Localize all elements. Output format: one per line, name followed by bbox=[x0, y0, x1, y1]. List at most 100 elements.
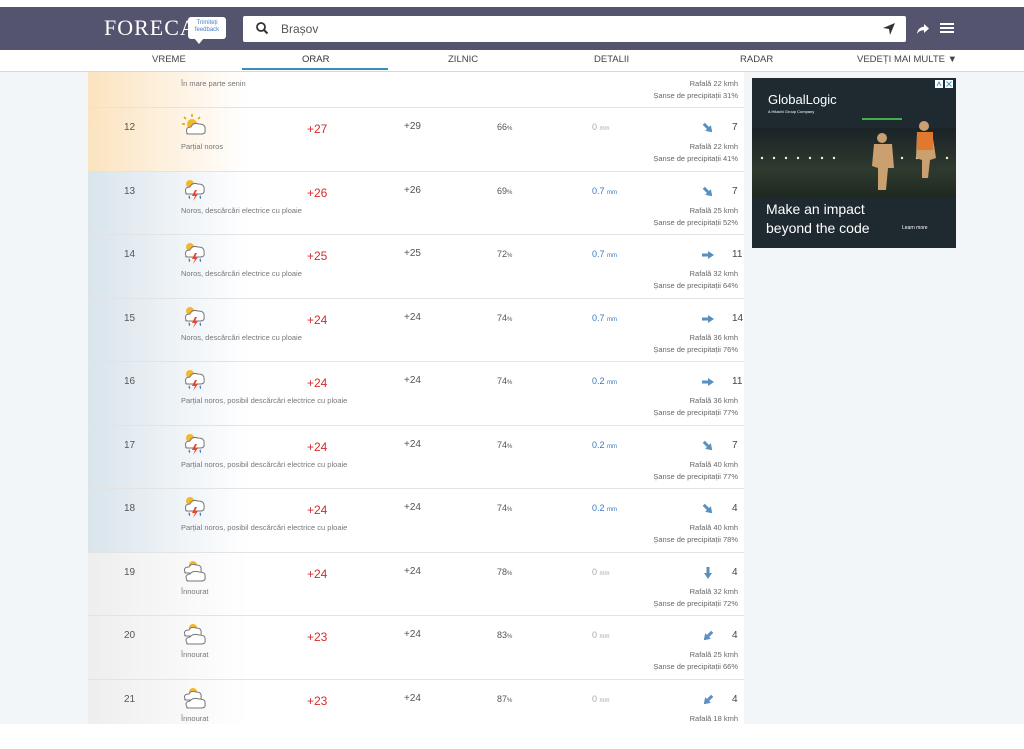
wind-speed: 11 bbox=[732, 249, 743, 260]
feels-like: +24 bbox=[404, 565, 421, 577]
wind-speed: 14 bbox=[732, 312, 744, 324]
precip-unit: mm bbox=[599, 634, 610, 640]
humidity-unit: % bbox=[507, 316, 513, 323]
foreca-logo[interactable]: FORECA bbox=[104, 15, 197, 41]
tab-vreme[interactable]: VREME bbox=[152, 54, 186, 65]
humidity: 74% bbox=[497, 440, 512, 450]
gust-text: Rafală 40 kmh bbox=[689, 459, 738, 469]
thunderstorm-rain-icon bbox=[181, 494, 207, 518]
search-input[interactable] bbox=[281, 19, 861, 39]
humidity: 78% bbox=[497, 567, 512, 577]
ad-close-icon[interactable] bbox=[935, 80, 953, 88]
temperature: +24 bbox=[307, 376, 328, 390]
humidity-value: 66 bbox=[497, 122, 508, 132]
feels-like: +24 bbox=[404, 375, 421, 386]
weather-description: Noros, descărcări electrice cu ploaie bbox=[181, 269, 302, 278]
precipitation: 0 mm bbox=[592, 567, 610, 577]
tab-orar[interactable]: ORAR bbox=[302, 54, 329, 65]
feels-like: +25 bbox=[404, 248, 421, 259]
gust-text: Rafală 32 kmh bbox=[689, 586, 738, 596]
hour-label: 18 bbox=[124, 503, 136, 514]
precip-chance: Șanse de precipitații 76% bbox=[653, 344, 738, 354]
humidity-unit: % bbox=[507, 189, 513, 196]
table-row-partial: În mare parte senin Rafală 22 kmh Șanse … bbox=[88, 72, 744, 108]
gust-text: Rafală 18 kmh bbox=[689, 713, 738, 723]
table-row: 12 Parțial noros +27 +29 66% 0 mm 7 Rafală 22 k… bbox=[88, 108, 744, 172]
ad-banner[interactable]: GlobalLogic A Hitachi Group Company Make… bbox=[752, 78, 956, 248]
humidity-unit: % bbox=[507, 697, 513, 704]
humidity-unit: % bbox=[507, 634, 513, 640]
partly-cloudy-icon bbox=[181, 113, 207, 137]
precip-unit: mm bbox=[607, 253, 618, 259]
ad-brand-sub: A Hitachi Group Company bbox=[768, 109, 815, 114]
search-icon[interactable] bbox=[255, 21, 269, 35]
precip-chance: Șanse de precipitații 72% bbox=[653, 598, 738, 608]
active-tab-indicator bbox=[242, 68, 388, 70]
hour-label: 12 bbox=[124, 122, 136, 133]
humidity-value: 69 bbox=[497, 185, 508, 196]
temperature: +25 bbox=[307, 249, 328, 263]
weather-description: Parțial noros, posibil descărcări electr… bbox=[181, 523, 348, 532]
gust-text: Rafală 36 kmh bbox=[689, 396, 738, 405]
humidity-unit: % bbox=[507, 570, 513, 577]
hour-label: 14 bbox=[124, 249, 136, 260]
thunderstorm-rain-icon bbox=[181, 240, 207, 264]
gust-text: Rafală 22 kmh bbox=[689, 142, 738, 151]
wind-direction-icon bbox=[702, 440, 713, 450]
precip-value: 0.2 bbox=[592, 439, 605, 450]
wind-direction-icon bbox=[702, 314, 714, 323]
precipitation: 0.7 mm bbox=[592, 186, 617, 196]
feels-like: +24 bbox=[404, 311, 421, 323]
menu-icon[interactable] bbox=[940, 22, 954, 34]
gust-text: Rafală 40 kmh bbox=[689, 523, 738, 532]
precip-chance: Șanse de precipitații 77% bbox=[653, 471, 738, 481]
tab-detalii[interactable]: DETALII bbox=[594, 54, 629, 65]
ad-learn-more[interactable]: Learn more bbox=[902, 225, 928, 231]
thunderstorm-rain-icon bbox=[181, 177, 207, 201]
precip-chance: Șanse de precipitații 66% bbox=[653, 662, 738, 671]
hour-label: 19 bbox=[124, 566, 136, 578]
feedback-button[interactable]: Trimiteți feedback bbox=[188, 17, 226, 44]
hour-label: 20 bbox=[124, 630, 136, 641]
location-arrow-icon[interactable] bbox=[882, 22, 896, 36]
humidity: 83% bbox=[497, 630, 512, 640]
feels-like: +24 bbox=[404, 502, 421, 513]
precipitation: 0.2 mm bbox=[592, 376, 617, 386]
hour-label: 17 bbox=[124, 439, 136, 451]
humidity-value: 74 bbox=[497, 503, 508, 513]
wind-direction-icon bbox=[703, 630, 714, 641]
overcast-icon bbox=[181, 558, 207, 582]
hour-label: 15 bbox=[124, 312, 136, 324]
wind-speed: 7 bbox=[732, 439, 738, 451]
row-strip bbox=[88, 616, 248, 679]
precip-chance: Șanse de precipitații 41% bbox=[653, 154, 738, 163]
humidity: 69% bbox=[497, 186, 512, 196]
share-icon[interactable] bbox=[916, 22, 930, 36]
humidity-value: 83 bbox=[497, 630, 508, 640]
player-figures bbox=[862, 118, 936, 190]
weather-description: Înnourat bbox=[181, 586, 209, 596]
ad-headline-1: Make an impact bbox=[766, 201, 865, 217]
precip-unit: mm bbox=[599, 126, 610, 132]
precip-value: 0 bbox=[592, 693, 598, 704]
bottom-bar bbox=[0, 724, 1024, 749]
tab-radar[interactable]: RADAR bbox=[740, 54, 773, 65]
precip-value: 0.2 bbox=[592, 376, 605, 386]
wind-speed: 4 bbox=[732, 630, 738, 641]
overcast-icon bbox=[181, 685, 207, 709]
table-row: 18 Parțial noros, posibil descărcări elec… bbox=[88, 489, 744, 553]
precip-value: 0.7 bbox=[592, 249, 605, 259]
table-row: 14 Noros, descărcări electrice cu ploaie +… bbox=[88, 235, 744, 299]
wind-speed: 11 bbox=[732, 376, 743, 387]
tab-more[interactable]: VEDEȚI MAI MULTE ▼ bbox=[857, 54, 957, 65]
feels-like: +24 bbox=[404, 692, 421, 704]
precipitation: 0.7 mm bbox=[592, 313, 617, 323]
hour-label: 21 bbox=[124, 693, 136, 705]
precip-chance: Șanse de precipitații 64% bbox=[653, 281, 738, 290]
precipitation: 0.2 mm bbox=[592, 503, 617, 513]
wind-speed: 7 bbox=[732, 185, 738, 197]
humidity-unit: % bbox=[507, 443, 513, 450]
tab-zilnic[interactable]: ZILNIC bbox=[448, 54, 478, 65]
humidity: 74% bbox=[497, 313, 512, 323]
feels-like: +26 bbox=[404, 184, 421, 196]
